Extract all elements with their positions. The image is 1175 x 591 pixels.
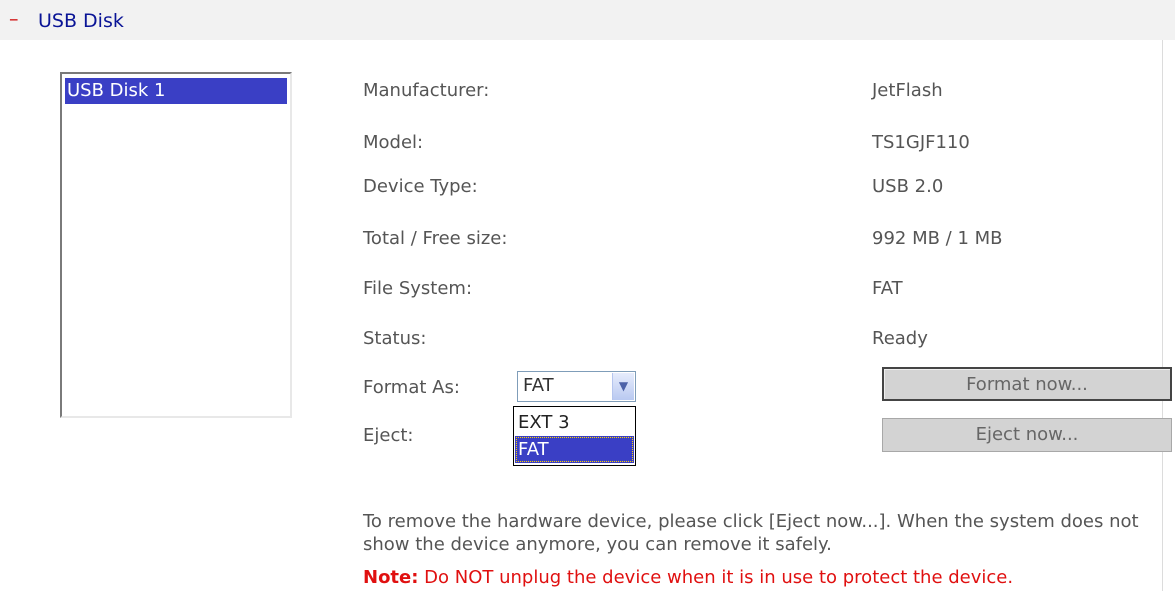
disk-list[interactable]: USB Disk 1 — [60, 72, 292, 418]
eject-instructions: To remove the hardware device, please cl… — [363, 511, 1139, 555]
format-as-label: Format As: — [363, 377, 460, 398]
manufacturer-value: JetFlash — [872, 80, 943, 101]
collapse-minus-icon[interactable]: – — [9, 5, 19, 33]
eject-now-button[interactable]: Eject now... — [882, 418, 1172, 452]
warning-note: Note: Do NOT unplug the device when it i… — [363, 566, 1013, 590]
note-prefix: Note: — [363, 567, 419, 588]
device-type-label: Device Type: — [363, 176, 478, 197]
format-now-button[interactable]: Format now... — [882, 367, 1172, 401]
chevron-down-icon: ▼ — [618, 379, 629, 393]
file-system-label: File System: — [363, 278, 473, 299]
total-free-size-label: Total / Free size: — [363, 228, 508, 249]
section-header[interactable]: – USB Disk — [0, 0, 1175, 40]
section-title[interactable]: USB Disk — [38, 7, 124, 35]
manufacturer-label: Manufacturer: — [363, 80, 490, 101]
format-as-selected-value: FAT — [523, 375, 554, 396]
model-label: Model: — [363, 132, 424, 153]
option-fat[interactable]: FAT — [515, 436, 634, 463]
status-value: Ready — [872, 328, 928, 349]
disk-list-item[interactable]: USB Disk 1 — [65, 78, 287, 104]
file-system-value: FAT — [872, 278, 903, 299]
dropdown-arrow-button[interactable]: ▼ — [612, 373, 634, 400]
status-label: Status: — [363, 328, 427, 349]
format-as-select[interactable]: FAT ▼ — [517, 371, 636, 402]
total-free-size-value: 992 MB / 1 MB — [872, 228, 1003, 249]
format-options-dropdown[interactable]: EXT 3 FAT — [513, 406, 636, 466]
note-text: Do NOT unplug the device when it is in u… — [418, 567, 1014, 588]
option-ext3[interactable]: EXT 3 — [515, 409, 634, 436]
model-value: TS1GJF110 — [872, 132, 970, 153]
eject-label: Eject: — [363, 425, 414, 446]
device-type-value: USB 2.0 — [872, 176, 944, 197]
